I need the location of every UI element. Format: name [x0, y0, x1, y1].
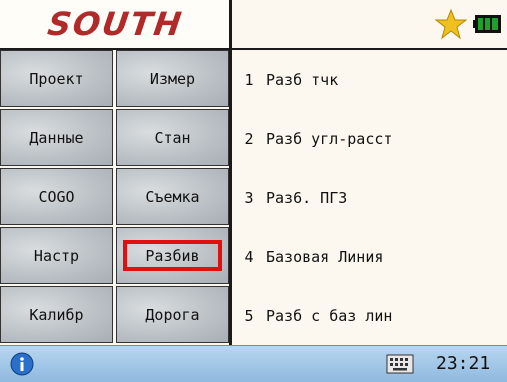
grid-button-stakeout[interactable]: Разбив — [116, 227, 229, 284]
grid-button-settings[interactable]: Настр — [0, 227, 113, 284]
item-label: Разб угл-расст — [266, 129, 393, 148]
grid-button-label: Разбив — [145, 246, 200, 265]
grid-button-label: Данные — [29, 128, 84, 147]
item-number: 5 — [244, 306, 254, 325]
submenu-item-pgz[interactable]: 3 Раз6. ПГЗ — [232, 168, 507, 227]
grid-button-road[interactable]: Дорога — [116, 286, 229, 343]
grid-button-label: Съемка — [145, 187, 200, 206]
grid-button-data[interactable]: Данные — [0, 109, 113, 166]
star-icon[interactable] — [435, 8, 467, 40]
grid-button-label: COGO — [38, 187, 75, 206]
grid-button-cogo[interactable]: COGO — [0, 168, 113, 225]
grid-button-label: Стан — [154, 128, 191, 147]
item-number: 2 — [244, 129, 254, 148]
item-label: Раз6. ПГЗ — [266, 188, 348, 207]
grid-button-label: Настр — [33, 246, 80, 265]
item-number: 4 — [244, 247, 254, 266]
submenu-item-angle-distance[interactable]: 2 Разб угл-расст — [232, 109, 507, 168]
submenu-item-stake-baseline[interactable]: 5 Разб с баз лин — [232, 286, 507, 345]
south-logo: SOUTH — [44, 5, 186, 43]
clock: 23:21 — [436, 353, 491, 374]
main-menu-grid: Проект Измер Данные Стан COGO Съемка Нас… — [0, 50, 229, 345]
grid-button-measure[interactable]: Измер — [116, 50, 229, 107]
device-screen: SOUTH Проект Измер Данные Стан COGO Съем… — [0, 0, 507, 382]
grid-button-project[interactable]: Проект — [0, 50, 113, 107]
logo-area: SOUTH — [0, 0, 230, 50]
grid-button-label: Калибр — [29, 305, 84, 324]
grid-button-label: Измер — [149, 69, 196, 88]
submenu-item-stake-point[interactable]: 1 Разб тчк — [232, 50, 507, 109]
grid-button-label: Проект — [29, 69, 84, 88]
submenu-list: 1 Разб тчк 2 Разб угл-расст 3 Раз6. ПГЗ … — [232, 50, 507, 345]
grid-button-survey[interactable]: Съемка — [116, 168, 229, 225]
grid-button-station[interactable]: Стан — [116, 109, 229, 166]
item-label: Разб тчк — [266, 70, 339, 89]
status-area — [232, 0, 507, 50]
taskbar: 23:21 — [0, 345, 507, 382]
grid-button-label: Дорога — [145, 305, 200, 324]
item-label: Разб с баз лин — [266, 306, 393, 325]
item-number: 1 — [244, 70, 254, 89]
submenu-item-baseline[interactable]: 4 Базовая Линия — [232, 227, 507, 286]
keyboard-icon[interactable] — [386, 354, 414, 374]
battery-icon — [473, 15, 501, 33]
item-label: Базовая Линия — [266, 247, 384, 266]
grid-button-calibration[interactable]: Калибр — [0, 286, 113, 343]
info-icon[interactable] — [10, 352, 34, 376]
item-number: 3 — [244, 188, 254, 207]
